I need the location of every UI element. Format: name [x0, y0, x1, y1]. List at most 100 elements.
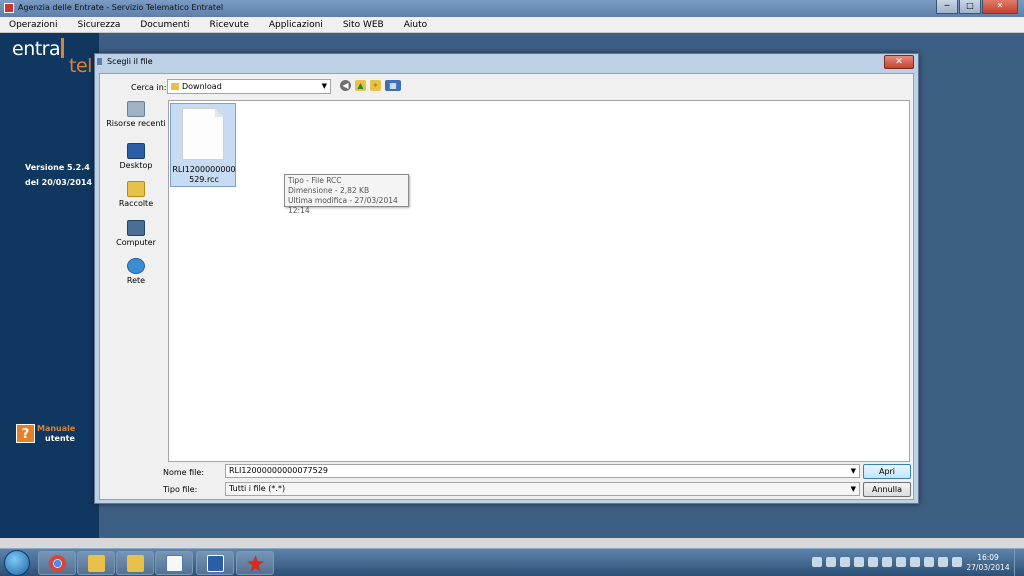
- taskbar-libraries[interactable]: [116, 551, 154, 575]
- start-button[interactable]: [4, 550, 30, 576]
- menu-ricevute[interactable]: Ricevute: [200, 17, 259, 32]
- menu-applicazioni[interactable]: Applicazioni: [259, 17, 333, 32]
- chevron-down-icon[interactable]: ▼: [851, 465, 856, 477]
- place-computer[interactable]: Computer: [106, 220, 166, 247]
- place-label: Computer: [116, 238, 156, 247]
- file-list: RLI1200000000 529.rcc Tipo - File RCC Di…: [168, 100, 910, 462]
- clock[interactable]: 16:09 27/03/2014: [966, 553, 1010, 573]
- cancel-button[interactable]: Annulla: [863, 482, 911, 497]
- libraries-icon: [127, 181, 145, 197]
- manual-line2: utente: [45, 434, 75, 443]
- window-controls: ─ □ ✕: [936, 0, 1018, 14]
- window-title: Agenzia delle Entrate - Servizio Telemat…: [18, 3, 224, 12]
- logo-bar: [61, 38, 65, 58]
- file-type-value: Tutti i file (*.*): [229, 484, 286, 493]
- computer-icon: [127, 220, 145, 236]
- desktop-icon: [127, 143, 145, 159]
- file-name-line1: RLI1200000000: [172, 165, 236, 174]
- view-menu-icon[interactable]: ▦: [385, 80, 401, 91]
- document-icon: [166, 555, 183, 572]
- entratel-logo: entra tel: [12, 38, 92, 77]
- file-name: RLI1200000000 529.rcc: [171, 165, 237, 185]
- tray-icon[interactable]: [868, 557, 878, 567]
- place-desktop[interactable]: Desktop: [106, 143, 166, 170]
- file-name-value: RLI12000000000077529: [229, 466, 328, 475]
- show-desktop-button[interactable]: [1014, 549, 1024, 576]
- tray-icon[interactable]: [910, 557, 920, 567]
- dialog-close-button[interactable]: ✕: [884, 55, 914, 69]
- taskbar: 16:09 27/03/2014: [0, 548, 1024, 576]
- place-recent[interactable]: Risorse recenti: [106, 101, 166, 128]
- tooltip-size: Dimensione - 2,82 KB: [288, 186, 370, 195]
- file-type-label: Tipo file:: [163, 485, 198, 494]
- place-label: Risorse recenti: [106, 119, 166, 128]
- sidebar: [0, 33, 99, 538]
- tray-icon[interactable]: [840, 557, 850, 567]
- menu-sito-web[interactable]: Sito WEB: [333, 17, 394, 32]
- file-item[interactable]: RLI1200000000 529.rcc: [170, 103, 236, 187]
- dialog-toolbar: ◀ ▲ ✦ ▦: [340, 80, 401, 91]
- tooltip-modified: Ultima modifica - 27/03/2014 12:14: [288, 196, 398, 215]
- place-libraries[interactable]: Raccolte: [106, 181, 166, 208]
- taskbar-app[interactable]: [236, 551, 274, 575]
- look-in-label: Cerca in:: [131, 83, 167, 92]
- menu-documenti[interactable]: Documenti: [130, 17, 199, 32]
- folder-icon: [171, 83, 179, 90]
- chevron-down-icon[interactable]: ▼: [851, 483, 856, 495]
- file-name-line2: 529.rcc: [189, 175, 219, 184]
- manual-line1: Manuale: [37, 424, 76, 433]
- taskbar-explorer[interactable]: [77, 551, 115, 575]
- taskbar-chrome[interactable]: [38, 551, 76, 575]
- tooltip-type: Tipo - File RCC: [288, 176, 342, 185]
- tray-icon[interactable]: [896, 557, 906, 567]
- dialog-icon: [97, 58, 102, 65]
- up-folder-icon[interactable]: ▲: [355, 80, 366, 91]
- look-in-value: Download: [182, 82, 222, 91]
- open-button[interactable]: Apri: [863, 464, 911, 479]
- place-label: Raccolte: [118, 199, 154, 208]
- taskbar-entratel[interactable]: [196, 551, 234, 575]
- app-icon: [247, 555, 264, 572]
- window-titlebar: Agenzia delle Entrate - Servizio Telemat…: [0, 0, 1024, 17]
- menu-bar: Operazioni Sicurezza Documenti Ricevute …: [0, 17, 1024, 33]
- system-tray: [812, 557, 962, 567]
- file-chooser-dialog: Scegli il file ✕ Cerca in: Download ▼ ◀ …: [94, 53, 919, 504]
- place-label: Desktop: [119, 161, 153, 170]
- tray-icon[interactable]: [854, 557, 864, 567]
- back-icon[interactable]: ◀: [340, 80, 351, 91]
- place-network[interactable]: Rete: [106, 258, 166, 285]
- clock-date: 27/03/2014: [966, 563, 1010, 572]
- folder-icon: [88, 555, 105, 572]
- chevron-down-icon: ▼: [321, 82, 327, 90]
- look-in-select[interactable]: Download ▼: [167, 79, 331, 94]
- app-icon: [4, 3, 14, 13]
- manual-link[interactable]: ? Manuale utente: [16, 424, 75, 444]
- minimize-button[interactable]: ─: [936, 0, 958, 14]
- menu-operazioni[interactable]: Operazioni: [0, 17, 68, 32]
- clock-time: 16:09: [977, 553, 999, 562]
- network-icon: [127, 258, 145, 274]
- maximize-button[interactable]: □: [959, 0, 981, 14]
- tray-icon[interactable]: [952, 557, 962, 567]
- file-type-select[interactable]: Tutti i file (*.*) ▼: [225, 482, 860, 496]
- tray-icon[interactable]: [924, 557, 934, 567]
- help-icon: ?: [16, 424, 35, 443]
- tray-icon[interactable]: [826, 557, 836, 567]
- new-folder-icon[interactable]: ✦: [370, 80, 381, 91]
- file-tooltip: Tipo - File RCC Dimensione - 2,82 KB Ult…: [284, 174, 409, 215]
- tray-icon[interactable]: [812, 557, 822, 567]
- dialog-title: Scegli il file: [107, 57, 153, 66]
- file-name-input[interactable]: RLI12000000000077529 ▼: [225, 464, 860, 478]
- taskbar-document[interactable]: [155, 551, 193, 575]
- chrome-icon: [49, 555, 66, 572]
- menu-sicurezza[interactable]: Sicurezza: [68, 17, 131, 32]
- version-date: del 20/03/2014: [25, 178, 93, 187]
- menu-aiuto[interactable]: Aiuto: [394, 17, 437, 32]
- tray-icon[interactable]: [882, 557, 892, 567]
- dialog-body: Cerca in: Download ▼ ◀ ▲ ✦ ▦ Risorse rec…: [99, 73, 914, 500]
- recent-icon: [127, 101, 145, 117]
- places-bar: Risorse recenti Desktop Raccolte Compute…: [106, 101, 166, 301]
- close-button[interactable]: ✕: [982, 0, 1018, 14]
- manual-text: Manuale utente: [37, 424, 75, 444]
- tray-icon[interactable]: [938, 557, 948, 567]
